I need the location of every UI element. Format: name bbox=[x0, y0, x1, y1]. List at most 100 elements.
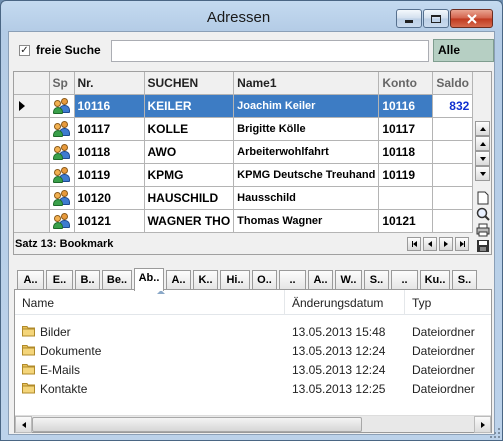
row-indicator[interactable] bbox=[14, 94, 50, 118]
name1-cell[interactable]: Joachim Keiler bbox=[233, 94, 380, 118]
tab-6[interactable]: A.. bbox=[166, 270, 191, 290]
saldo-cell[interactable] bbox=[432, 140, 474, 164]
row-indicator[interactable] bbox=[14, 163, 50, 187]
scroll-thumb[interactable] bbox=[32, 417, 362, 432]
konto-cell[interactable]: 10118 bbox=[378, 140, 434, 164]
column-header-type[interactable]: Typ bbox=[405, 290, 491, 315]
nav-last-button[interactable] bbox=[455, 237, 469, 251]
saldo-cell[interactable] bbox=[432, 163, 474, 187]
saldo-cell[interactable] bbox=[432, 186, 474, 210]
tab-16[interactable]: S.. bbox=[452, 270, 477, 290]
column-header-konto[interactable]: Konto bbox=[378, 72, 434, 95]
nr-cell[interactable]: 10118 bbox=[74, 140, 145, 164]
konto-cell[interactable]: 10116 bbox=[378, 94, 434, 118]
save-disk-icon[interactable] bbox=[476, 239, 490, 256]
name1-cell[interactable]: Hausschild bbox=[233, 186, 380, 210]
new-document-icon[interactable] bbox=[477, 191, 489, 208]
row-indicator[interactable] bbox=[14, 140, 50, 164]
tab-8[interactable]: Hi.. bbox=[220, 270, 250, 290]
row-indicator[interactable] bbox=[14, 117, 50, 141]
sp-cell[interactable] bbox=[49, 209, 75, 233]
tab-14[interactable]: .. bbox=[391, 270, 418, 290]
table-row[interactable]: 10116 KEILER Joachim Keiler 10116 832 bbox=[14, 94, 474, 118]
table-row[interactable]: 10119 KPMG KPMG Deutsche Treuhand 10119 bbox=[14, 163, 474, 187]
nr-cell[interactable]: 10119 bbox=[74, 163, 145, 187]
tab-13[interactable]: S.. bbox=[364, 270, 389, 290]
sp-cell[interactable] bbox=[49, 140, 75, 164]
printer-icon[interactable] bbox=[476, 223, 490, 240]
suchen-cell[interactable]: HAUSCHILD bbox=[144, 186, 235, 210]
free-search-checkbox[interactable]: ✓ bbox=[19, 45, 30, 56]
saldo-cell[interactable] bbox=[432, 209, 474, 233]
resize-grip-icon[interactable] bbox=[488, 426, 502, 440]
tab-4[interactable]: Be.. bbox=[102, 270, 132, 290]
column-header-saldo[interactable]: Saldo bbox=[432, 72, 474, 95]
list-item[interactable]: Kontakte 13.05.2013 12:25 Dateiordner bbox=[15, 379, 491, 398]
name1-cell[interactable]: Thomas Wagner bbox=[233, 209, 380, 233]
tab-3[interactable]: B.. bbox=[75, 270, 100, 290]
sp-cell[interactable] bbox=[49, 94, 75, 118]
tab-9[interactable]: O.. bbox=[252, 270, 277, 290]
filter-field[interactable]: Alle bbox=[433, 39, 494, 62]
name1-cell[interactable]: Brigitte Kölle bbox=[233, 117, 380, 141]
scroll-bottom-button[interactable] bbox=[475, 166, 490, 181]
tab-10[interactable]: .. bbox=[279, 270, 306, 290]
nr-cell[interactable]: 10120 bbox=[74, 186, 145, 210]
konto-cell[interactable]: 10119 bbox=[378, 163, 434, 187]
nav-first-button[interactable] bbox=[407, 237, 421, 251]
name1-cell[interactable]: Arbeiterwohlfahrt bbox=[233, 140, 380, 164]
close-button[interactable] bbox=[450, 9, 493, 28]
konto-cell[interactable]: 10121 bbox=[378, 209, 434, 233]
sp-cell[interactable] bbox=[49, 117, 75, 141]
tab-2[interactable]: E.. bbox=[46, 270, 73, 290]
table-row[interactable]: 10117 KOLLE Brigitte Kölle 10117 bbox=[14, 117, 474, 141]
suchen-cell[interactable]: KPMG bbox=[144, 163, 235, 187]
tab-15[interactable]: Ku.. bbox=[420, 270, 450, 290]
list-item[interactable]: Bilder 13.05.2013 15:48 Dateiordner bbox=[15, 322, 491, 341]
list-item[interactable]: Dokumente 13.05.2013 12:24 Dateiordner bbox=[15, 341, 491, 360]
suchen-cell[interactable]: KEILER bbox=[144, 94, 235, 118]
tab-5[interactable]: Ab.. bbox=[134, 268, 164, 291]
sp-cell[interactable] bbox=[49, 186, 75, 210]
minimize-button[interactable] bbox=[396, 9, 422, 28]
column-header-name[interactable]: Name bbox=[15, 290, 285, 315]
tab-11[interactable]: A.. bbox=[308, 270, 333, 290]
tab-7[interactable]: K.. bbox=[193, 270, 218, 290]
tab-1[interactable]: A.. bbox=[17, 270, 44, 290]
table-row[interactable]: 10121 WAGNER THO Thomas Wagner 10121 bbox=[14, 209, 474, 233]
column-header-suchen[interactable]: SUCHEN bbox=[144, 72, 235, 95]
column-header-nr[interactable]: Nr. bbox=[74, 72, 145, 95]
table-row[interactable]: 10118 AWO Arbeiterwohlfahrt 10118 bbox=[14, 140, 474, 164]
table-row[interactable]: 10120 HAUSCHILD Hausschild bbox=[14, 186, 474, 210]
search-input[interactable] bbox=[111, 40, 429, 62]
row-indicator[interactable] bbox=[14, 209, 50, 233]
magnifier-icon[interactable] bbox=[476, 207, 490, 224]
tab-12[interactable]: W.. bbox=[335, 270, 362, 290]
column-header-name1[interactable]: Name1 bbox=[233, 72, 380, 95]
horizontal-scrollbar[interactable] bbox=[15, 415, 491, 433]
maximize-button[interactable] bbox=[423, 9, 449, 28]
suchen-cell[interactable]: AWO bbox=[144, 140, 235, 164]
nav-next-button[interactable] bbox=[439, 237, 453, 251]
nr-cell[interactable]: 10116 bbox=[74, 94, 145, 118]
scroll-up-button[interactable] bbox=[475, 136, 490, 151]
saldo-cell[interactable]: 832 bbox=[432, 94, 474, 118]
scroll-left-button[interactable] bbox=[15, 416, 32, 433]
suchen-cell[interactable]: WAGNER THO bbox=[144, 209, 235, 233]
title-bar[interactable]: Adressen bbox=[1, 1, 502, 31]
list-item[interactable]: E-Mails 13.05.2013 12:24 Dateiordner bbox=[15, 360, 491, 379]
konto-cell[interactable]: 10117 bbox=[378, 117, 434, 141]
nr-cell[interactable]: 10121 bbox=[74, 209, 145, 233]
konto-cell[interactable] bbox=[378, 186, 434, 210]
column-header-date[interactable]: Änderungsdatum bbox=[285, 290, 405, 315]
name1-cell[interactable]: KPMG Deutsche Treuhand bbox=[233, 163, 380, 187]
nr-cell[interactable]: 10117 bbox=[74, 117, 145, 141]
row-indicator[interactable] bbox=[14, 186, 50, 210]
saldo-cell[interactable] bbox=[432, 117, 474, 141]
sp-cell[interactable] bbox=[49, 163, 75, 187]
nav-prev-button[interactable] bbox=[423, 237, 437, 251]
column-header-sp[interactable]: Sp bbox=[49, 72, 75, 95]
scroll-top-button[interactable] bbox=[475, 121, 490, 136]
suchen-cell[interactable]: KOLLE bbox=[144, 117, 235, 141]
scroll-down-button[interactable] bbox=[475, 151, 490, 166]
